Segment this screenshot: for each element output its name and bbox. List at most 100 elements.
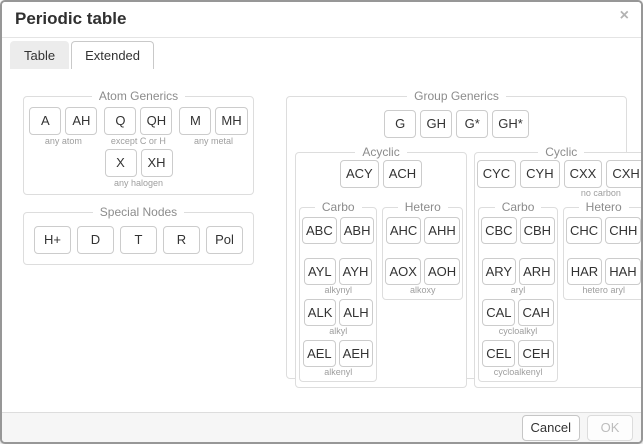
mh-button[interactable]: MH <box>215 107 247 135</box>
cyclic-carbo-legend: Carbo <box>495 200 542 214</box>
dialog-header: Periodic table × <box>2 2 641 38</box>
any-metal-label: any metal <box>194 135 233 147</box>
cbc-button[interactable]: CBC <box>481 217 516 244</box>
group-generics-columns: Acyclic ACY ACH Carbo ABC ABH <box>287 138 626 388</box>
aryl-group: ARY ARH aryl <box>481 258 555 296</box>
cyclic-hetero-legend: Hetero <box>579 200 629 214</box>
cbc-group: CBC CBH <box>481 217 555 255</box>
cycloalkenyl-group: CEL CEH cycloalkenyl <box>481 340 555 378</box>
cxx-button[interactable]: CXX <box>564 160 603 188</box>
pol-button[interactable]: Pol <box>206 226 243 254</box>
group-generics-fieldset: Group Generics G GH G* GH* Acyclic ACY A… <box>286 89 627 379</box>
except-c-or-h-label: except C or H <box>111 135 166 147</box>
group-generics-row: G GH G* GH* <box>287 103 626 138</box>
ary-button[interactable]: ARY <box>482 258 517 285</box>
tab-extended[interactable]: Extended <box>71 41 154 69</box>
alkynyl-group: AYL AYH alkynyl <box>302 258 374 296</box>
hetero-aryl-label: hetero aryl <box>582 285 625 296</box>
cxh-button[interactable]: CXH <box>606 160 643 188</box>
chc-group: CHC CHH <box>566 217 641 255</box>
hetero-aryl-group: HAR HAH hetero aryl <box>566 258 641 296</box>
cbh-button[interactable]: CBH <box>520 217 555 244</box>
cal-button[interactable]: CAL <box>482 299 515 326</box>
cyclic-columns: Carbo CBC CBH ARY ARH <box>475 199 643 387</box>
alk-button[interactable]: ALK <box>304 299 337 326</box>
aox-button[interactable]: AOX <box>385 258 420 285</box>
aryl-label: aryl <box>511 285 526 296</box>
alkenyl-group: AEL AEH alkenyl <box>302 340 374 378</box>
ahc-group: AHC AHH <box>385 217 460 255</box>
aoh-button[interactable]: AOH <box>424 258 460 285</box>
cycloalkenyl-label: cycloalkenyl <box>494 367 543 378</box>
m-button[interactable]: M <box>179 107 211 135</box>
alh-button[interactable]: ALH <box>339 299 372 326</box>
aeh-button[interactable]: AEH <box>339 340 374 367</box>
ahc-button[interactable]: AHC <box>386 217 421 244</box>
acyclic-hetero-legend: Hetero <box>398 200 448 214</box>
alkyl-group: ALK ALH alkyl <box>302 299 374 337</box>
close-icon[interactable]: × <box>620 8 629 24</box>
cyh-button[interactable]: CYH <box>520 160 559 188</box>
alkoxy-group: AOX AOH alkoxy <box>385 258 460 296</box>
hah-button[interactable]: HAH <box>605 258 640 285</box>
ach-button[interactable]: ACH <box>383 160 422 188</box>
atom-generics-row-2: X XH any halogen <box>24 147 253 189</box>
cyclic-legend: Cyclic <box>538 145 584 159</box>
ah-button[interactable]: AH <box>65 107 97 135</box>
xh-button[interactable]: XH <box>141 149 173 177</box>
g-button[interactable]: G <box>384 110 416 138</box>
gh-button[interactable]: GH <box>420 110 452 138</box>
ayl-button[interactable]: AYL <box>304 258 336 285</box>
chc-button[interactable]: CHC <box>566 217 602 244</box>
qh-button[interactable]: QH <box>140 107 172 135</box>
tab-bar: Table Extended <box>10 41 156 69</box>
abh-button[interactable]: ABH <box>340 217 375 244</box>
cycloalkyl-group: CAL CAH cycloalkyl <box>481 299 555 337</box>
q-button[interactable]: Q <box>104 107 136 135</box>
acyclic-columns: Carbo ABC ABH AYL AYH <box>296 199 466 387</box>
r-button[interactable]: R <box>163 226 200 254</box>
acyclic-top-row: ACY ACH <box>296 159 466 188</box>
har-button[interactable]: HAR <box>567 258 602 285</box>
spacer-label <box>296 188 466 199</box>
arh-button[interactable]: ARH <box>519 258 554 285</box>
any-halogen-label: any halogen <box>114 177 163 189</box>
ahh-button[interactable]: AHH <box>424 217 459 244</box>
abc-button[interactable]: ABC <box>302 217 337 244</box>
chh-button[interactable]: CHH <box>605 217 641 244</box>
atom-generics-row-1: A AH any atom Q QH except C or H M MH an… <box>24 103 253 147</box>
special-nodes-fieldset: Special Nodes H+ D T R Pol <box>23 205 254 265</box>
cyc-button[interactable]: CYC <box>477 160 516 188</box>
acyclic-carbo-legend: Carbo <box>315 200 362 214</box>
cah-button[interactable]: CAH <box>518 299 553 326</box>
a-button[interactable]: A <box>29 107 61 135</box>
any-atom-label: any atom <box>45 135 82 147</box>
cel-button[interactable]: CEL <box>482 340 515 367</box>
acyclic-hetero-fieldset: Hetero AHC AHH AOX AOH <box>382 200 463 300</box>
gh-star-button[interactable]: GH* <box>492 110 529 138</box>
cycloalkyl-label: cycloalkyl <box>499 326 538 337</box>
x-button[interactable]: X <box>105 149 137 177</box>
except-c-or-h-group: Q QH except C or H <box>104 107 172 147</box>
special-nodes-legend: Special Nodes <box>93 205 184 219</box>
ceh-button[interactable]: CEH <box>518 340 553 367</box>
h-plus-button[interactable]: H+ <box>34 226 71 254</box>
cancel-button[interactable]: Cancel <box>522 415 580 441</box>
alkyl-label: alkyl <box>329 326 347 337</box>
acyclic-legend: Acyclic <box>355 145 406 159</box>
abc-group: ABC ABH <box>302 217 374 255</box>
cyclic-top-row: CYC CYH CXX CXH <box>475 159 643 188</box>
no-carbon-label: no carbon <box>558 188 643 199</box>
special-nodes-row: H+ D T R Pol <box>24 219 253 254</box>
dialog-title: Periodic table <box>15 9 126 29</box>
g-star-button[interactable]: G* <box>456 110 488 138</box>
cyclic-carbo-fieldset: Carbo CBC CBH ARY ARH <box>478 200 558 382</box>
acy-button[interactable]: ACY <box>340 160 379 188</box>
tab-table[interactable]: Table <box>10 41 69 69</box>
t-button[interactable]: T <box>120 226 157 254</box>
ael-button[interactable]: AEL <box>303 340 336 367</box>
cyclic-fieldset: Cyclic CYC CYH CXX CXH no carbon Carbo C… <box>474 145 643 388</box>
ok-button[interactable]: OK <box>587 415 633 441</box>
ayh-button[interactable]: AYH <box>339 258 373 285</box>
d-button[interactable]: D <box>77 226 114 254</box>
